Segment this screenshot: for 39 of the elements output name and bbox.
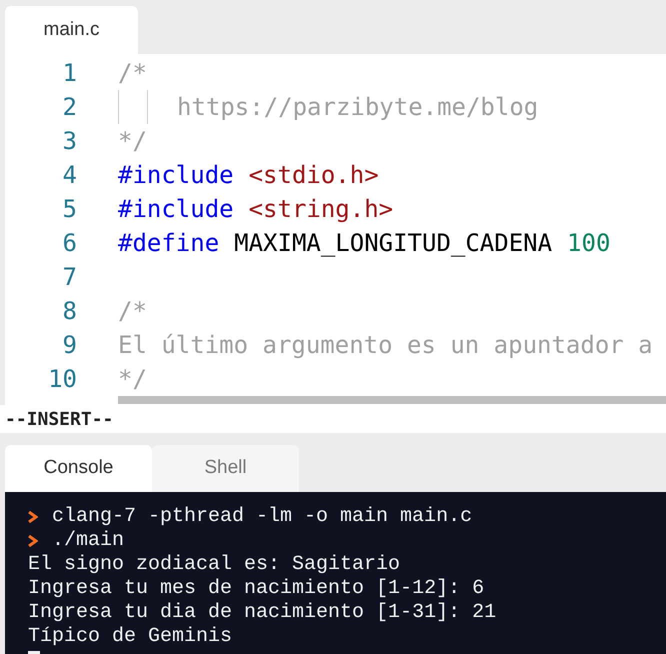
code-editor[interactable]: 1 /* 2 https://parzibyte.me/blog 3 */ 4 #include <stdio.h> 5 #include <string.h> 6 #define MAXIMA_LONGITUD_CADENA 100 7 8 /* 9 El último argumento es un apuntador a 10 */ [5,54,666,406]
line-number: 8 [62,296,77,327]
code-token: /* [118,58,147,89]
mode-indicator: --INSERT-- [4,408,114,432]
horizontal-scrollbar[interactable] [118,396,666,404]
code-token: <stdio.h> [248,160,379,191]
console-panel[interactable]: clang-7 -pthread -lm -o main main.c ./main El signo zodiacal es: Sagitario Ingresa tu mes de nacimiento [1-12]: 6 Ingresa tu dia de nacimiento [1-31]: 21 Típico de Geminis [5,492,666,654]
line-number: 2 [62,92,77,123]
line-number: 9 [62,330,77,361]
line-number: 5 [62,194,77,225]
code-token: 100 [567,228,610,259]
text-cursor [28,651,40,654]
tab[interactable]: Console [5,445,152,492]
code-token: #include [118,160,234,191]
prompt-chevron-icon [28,535,38,547]
code-token: <string.h> [248,194,394,225]
prompt-chevron-icon [28,511,38,523]
line-number: 10 [47,364,77,395]
code-token: El último argumento es un apuntador a [118,330,653,361]
line-number: 7 [62,262,77,293]
console-line: El signo zodiacal es: Sagitario [28,553,400,577]
console-line: Ingresa tu dia de nacimiento [1-31]: 21 [28,601,496,625]
console-line: Típico de Geminis [28,625,232,649]
code-token: */ [118,126,147,157]
line-number: 3 [62,126,77,157]
console-line: clang-7 -pthread -lm -o main main.c [52,505,472,529]
code-token: https://parzibyte.me/blog [177,92,538,123]
console-line: Ingresa tu mes de nacimiento [1-12]: 6 [28,577,484,601]
code-token: MAXIMA_LONGITUD_CADENA [234,228,552,259]
tab[interactable]: main.c [5,6,138,54]
code-token: #define [118,228,220,259]
code-token: #include [118,194,234,225]
code-token: /* [118,296,147,327]
line-number: 4 [62,160,77,191]
code-token: */ [118,364,147,395]
console-line: ./main [52,529,124,553]
line-number: 1 [62,58,77,89]
line-number: 6 [62,228,77,259]
tab[interactable]: Shell [152,445,299,492]
